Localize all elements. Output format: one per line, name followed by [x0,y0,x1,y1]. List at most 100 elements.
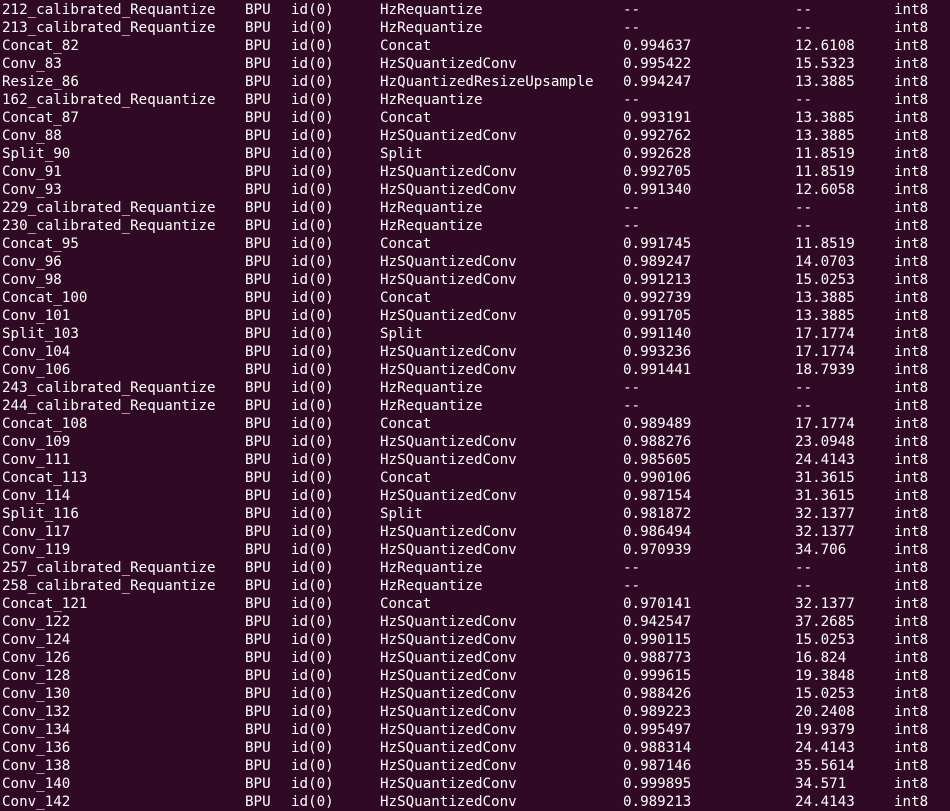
data-type-cell: int8 [894,776,929,792]
device-cell: BPU [245,578,271,594]
terminal-output[interactable]: 212_calibrated_Requantize BPU id(0) HzRequa… [0,0,950,811]
subgraph-id-cell: id(0) [291,434,334,450]
device-cell: BPU [245,164,271,180]
node-name-cell: Conv_138 [2,758,71,774]
data-type-cell: int8 [894,722,929,738]
threshold-cell: 15.0253 [795,272,855,288]
table-row: Conv_88 BPU id(0) HzSQuantizedConv 0.992762 1… [0,127,950,145]
op-type-cell: HzRequantize [380,578,483,594]
data-type-cell: int8 [894,614,929,630]
cosine-similarity-cell: 0.989489 [623,416,692,432]
threshold-cell: 13.3885 [795,308,855,324]
threshold-cell: 17.1774 [795,344,855,360]
node-name-cell: Conv_114 [2,488,71,504]
node-name-cell: Concat_121 [2,596,88,612]
table-row: Conv_128 BPU id(0) HzSQuantizedConv 0.999615… [0,667,950,685]
data-type-cell: int8 [894,74,929,90]
device-cell: BPU [245,326,271,342]
threshold-cell: 24.4143 [795,794,855,810]
subgraph-id-cell: id(0) [291,704,334,720]
cosine-similarity-cell: 0.988773 [623,650,692,666]
op-type-cell: HzSQuantizedConv [380,434,517,450]
threshold-cell: 34.571 [795,776,847,792]
data-type-cell: int8 [894,704,929,720]
cosine-similarity-cell: 0.992628 [623,146,692,162]
node-name-cell: Concat_87 [2,110,79,126]
subgraph-id-cell: id(0) [291,560,334,576]
threshold-cell: 17.1774 [795,326,855,342]
device-cell: BPU [245,308,271,324]
node-name-cell: 230_calibrated_Requantize [2,218,216,234]
table-row: Conv_142 BPU id(0) HzSQuantizedConv 0.989213… [0,793,950,811]
subgraph-id-cell: id(0) [291,470,334,486]
table-row: 229_calibrated_Requantize BPU id(0) HzRequa… [0,199,950,217]
data-type-cell: int8 [894,542,929,558]
subgraph-id-cell: id(0) [291,344,334,360]
table-row: 213_calibrated_Requantize BPU id(0) HzRequa… [0,19,950,37]
data-type-cell: int8 [894,380,929,396]
cosine-similarity-cell: 0.991340 [623,182,692,198]
subgraph-id-cell: id(0) [291,200,334,216]
subgraph-id-cell: id(0) [291,416,334,432]
data-type-cell: int8 [894,632,929,648]
device-cell: BPU [245,92,271,108]
threshold-cell: 19.3848 [795,668,855,684]
cosine-similarity-cell: 0.992762 [623,128,692,144]
table-row: Conv_124 BPU id(0) HzSQuantizedConv 0.990115… [0,631,950,649]
cosine-similarity-cell: 0.970939 [623,542,692,558]
threshold-cell: 14.0703 [795,254,855,270]
threshold-cell: 35.5614 [795,758,855,774]
table-row: Conv_122 BPU id(0) HzSQuantizedConv 0.942547… [0,613,950,631]
subgraph-id-cell: id(0) [291,452,334,468]
threshold-cell: 17.1774 [795,416,855,432]
table-row: 257_calibrated_Requantize BPU id(0) HzRequa… [0,559,950,577]
cosine-similarity-cell: 0.995497 [623,722,692,738]
op-type-cell: HzSQuantizedConv [380,362,517,378]
op-type-cell: HzSQuantizedConv [380,56,517,72]
op-type-cell: HzSQuantizedConv [380,632,517,648]
cosine-similarity-cell: -- [623,2,641,18]
subgraph-id-cell: id(0) [291,614,334,630]
data-type-cell: int8 [894,596,929,612]
op-type-cell: HzSQuantizedConv [380,128,517,144]
data-type-cell: int8 [894,794,929,810]
op-type-cell: HzSQuantizedConv [380,722,517,738]
op-type-cell: HzSQuantizedConv [380,740,517,756]
cosine-similarity-cell: 0.970141 [623,596,692,612]
node-name-cell: Resize_86 [2,74,79,90]
op-type-cell: HzSQuantizedConv [380,794,517,810]
threshold-cell: 24.4143 [795,452,855,468]
device-cell: BPU [245,380,271,396]
table-row: Concat_87 BPU id(0) Concat 0.993191 13.3885 in… [0,109,950,127]
device-cell: BPU [245,614,271,630]
table-row: Conv_117 BPU id(0) HzSQuantizedConv 0.986494… [0,523,950,541]
cosine-similarity-cell: 0.990106 [623,470,692,486]
table-row: Conv_119 BPU id(0) HzSQuantizedConv 0.970939… [0,541,950,559]
op-type-cell: HzSQuantizedConv [380,686,517,702]
device-cell: BPU [245,200,271,216]
threshold-cell: 18.7939 [795,362,855,378]
cosine-similarity-cell: -- [623,92,641,108]
table-row: Conv_106 BPU id(0) HzSQuantizedConv 0.991441… [0,361,950,379]
table-row: Conv_101 BPU id(0) HzSQuantizedConv 0.991705… [0,307,950,325]
table-row: Conv_98 BPU id(0) HzSQuantizedConv 0.991213 1… [0,271,950,289]
cosine-similarity-cell: 0.989247 [623,254,692,270]
data-type-cell: int8 [894,20,929,36]
table-row: Split_116 BPU id(0) Split 0.981872 32.1377 int… [0,505,950,523]
op-type-cell: HzSQuantizedConv [380,182,517,198]
threshold-cell: 23.0948 [795,434,855,450]
table-row: 243_calibrated_Requantize BPU id(0) HzRequa… [0,379,950,397]
op-type-cell: HzQuantizedResizeUpsample [380,74,594,90]
data-type-cell: int8 [894,452,929,468]
cosine-similarity-cell: 0.990115 [623,632,692,648]
device-cell: BPU [245,776,271,792]
threshold-cell: 12.6058 [795,182,855,198]
op-type-cell: Concat [380,236,432,252]
data-type-cell: int8 [894,344,929,360]
table-row: Conv_134 BPU id(0) HzSQuantizedConv 0.995497… [0,721,950,739]
data-type-cell: int8 [894,524,929,540]
data-type-cell: int8 [894,434,929,450]
table-row: Conv_111 BPU id(0) HzSQuantizedConv 0.985605… [0,451,950,469]
table-row: Conv_83 BPU id(0) HzSQuantizedConv 0.995422 1… [0,55,950,73]
node-name-cell: 243_calibrated_Requantize [2,380,216,396]
